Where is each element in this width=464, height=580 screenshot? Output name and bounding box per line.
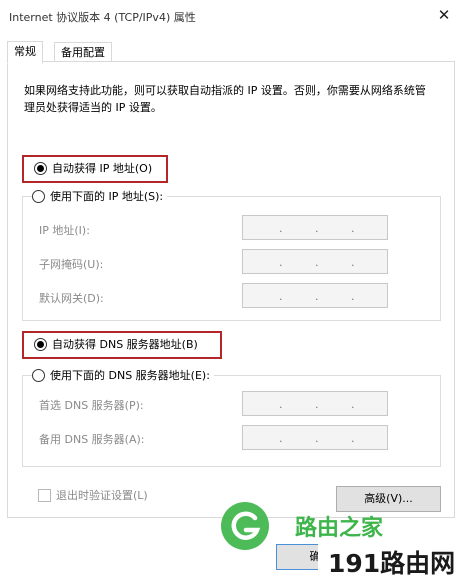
preferred-dns-field: . . . bbox=[242, 391, 388, 416]
radio-auto-dns-indicator[interactable] bbox=[34, 337, 47, 351]
radio-manual-dns[interactable]: 使用下面的 DNS 服务器地址(E): bbox=[32, 366, 214, 384]
radio-auto-ip-label: 自动获得 IP 地址(O) bbox=[52, 162, 153, 175]
brand-watermark: 191路由网 bbox=[318, 538, 464, 580]
validate-on-exit: 退出时验证设置(L) bbox=[38, 487, 148, 503]
radio-manual-ip-indicator[interactable] bbox=[32, 189, 45, 203]
ip-address-field: . . . bbox=[242, 215, 388, 240]
tab-general[interactable]: 常规 bbox=[7, 41, 43, 64]
radio-auto-ip[interactable]: 自动获得 IP 地址(O) bbox=[34, 159, 153, 177]
subnet-mask-label: 子网掩码(U): bbox=[39, 258, 104, 271]
validate-on-exit-label: 退出时验证设置(L) bbox=[56, 489, 148, 502]
radio-manual-dns-indicator[interactable] bbox=[32, 368, 45, 382]
radio-manual-dns-label: 使用下面的 DNS 服务器地址(E): bbox=[50, 369, 210, 382]
description-text: 如果网络支持此功能，则可以获取自动指派的 IP 设置。否则，你需要从网络系统管理… bbox=[24, 84, 426, 114]
subnet-mask-field: . . . bbox=[242, 249, 388, 274]
title-bar: Internet 协议版本 4 (TCP/IPv4) 属性 ✕ bbox=[0, 0, 464, 32]
validate-on-exit-checkbox bbox=[38, 488, 51, 502]
default-gateway-label: 默认网关(D): bbox=[39, 292, 104, 305]
watermark-logo-icon bbox=[221, 502, 269, 550]
brand-text: 191路由网 bbox=[328, 549, 456, 578]
close-icon[interactable]: ✕ bbox=[430, 3, 458, 27]
preferred-dns-label: 首选 DNS 服务器(P): bbox=[39, 399, 144, 412]
default-gateway-field: . . . bbox=[242, 283, 388, 308]
dns-settings-group bbox=[22, 375, 441, 467]
ip-address-label: IP 地址(I): bbox=[39, 224, 90, 237]
alternate-dns-field: . . . bbox=[242, 425, 388, 450]
radio-manual-ip[interactable]: 使用下面的 IP 地址(S): bbox=[32, 187, 168, 205]
radio-auto-dns-label: 自动获得 DNS 服务器地址(B) bbox=[52, 338, 198, 351]
radio-manual-ip-label: 使用下面的 IP 地址(S): bbox=[50, 190, 164, 203]
radio-auto-dns[interactable]: 自动获得 DNS 服务器地址(B) bbox=[34, 335, 198, 353]
alternate-dns-label: 备用 DNS 服务器(A): bbox=[39, 433, 145, 446]
window-title: Internet 协议版本 4 (TCP/IPv4) 属性 bbox=[9, 11, 196, 24]
tab-alternate-config[interactable]: 备用配置 bbox=[54, 42, 112, 63]
radio-auto-ip-indicator[interactable] bbox=[34, 161, 47, 175]
